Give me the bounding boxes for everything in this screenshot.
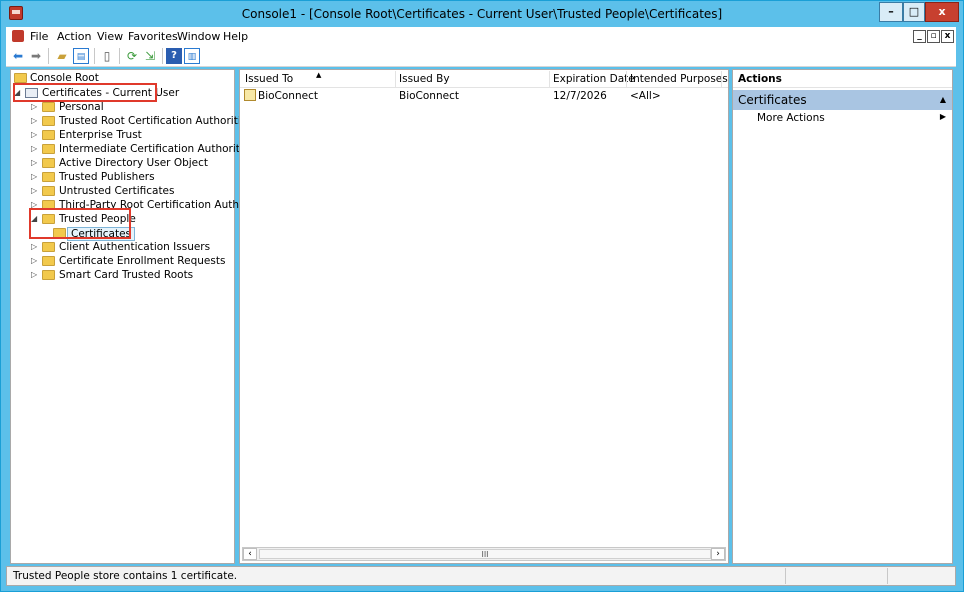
action-more-actions[interactable]: More Actions [757,112,825,124]
collapsed-arrow-icon[interactable]: ▷ [31,254,39,268]
toolbar-separator [48,48,49,64]
collapsed-arrow-icon[interactable]: ▷ [31,156,39,170]
folder-icon [42,102,55,112]
scroll-left-icon[interactable]: ‹ [243,548,257,560]
cell-expiration-date: 12/7/2026 [553,90,607,102]
actions-section-certificates[interactable]: Certificates ▲ [733,90,952,110]
refresh-icon[interactable]: ⟳ [124,48,140,64]
export-icon[interactable]: ⇲ [142,48,158,64]
show-hide-tree-icon[interactable]: ▤ [73,48,89,64]
toolbar-separator [94,48,95,64]
tree-item-label: Enterprise Trust [59,129,142,141]
status-text: Trusted People store contains 1 certific… [13,570,238,582]
menu-help[interactable]: Help [223,30,248,43]
status-bar: Trusted People store contains 1 certific… [6,566,956,586]
up-folder-icon[interactable]: ▰ [54,48,70,64]
mmc-window: Console1 - [Console Root\Certificates - … [0,0,964,592]
tree-item-label: Active Directory User Object [59,157,209,169]
column-divider[interactable] [549,71,550,87]
folder-icon [42,158,55,168]
help-icon[interactable]: ? [166,48,182,64]
folder-icon [14,73,27,83]
folder-icon [42,242,55,252]
action-pane-icon[interactable]: ▥ [184,48,200,64]
toolbar-separator [162,48,163,64]
folder-icon [42,256,55,266]
collapsed-arrow-icon[interactable]: ▷ [31,268,39,282]
toolbar-separator [119,48,120,64]
collapsed-arrow-icon[interactable]: ▷ [31,128,39,142]
clipboard-icon[interactable]: ▯ [99,48,115,64]
actions-section-label: Certificates [738,93,807,107]
collapse-up-icon[interactable]: ▲ [940,90,946,110]
mdi-controls: _ ▫ x [912,28,954,43]
folder-icon [42,186,55,196]
forward-icon[interactable]: ➡ [28,48,44,64]
collapsed-arrow-icon[interactable]: ▷ [31,184,39,198]
tree-item-label: Certificate Enrollment Requests [59,255,226,267]
tree-item-label: Intermediate Certification Authorities [59,143,255,155]
cell-intended-purposes: <All> [630,90,661,102]
tree-item-label: Trusted Root Certification Authorities [59,115,253,127]
console-content: Console Root ◢ Certificates - Current Us… [6,67,956,566]
tree-item-label: Smart Card Trusted Roots [59,269,194,281]
column-divider[interactable] [721,71,722,87]
column-header-issued-by[interactable]: Issued By [399,73,450,85]
column-divider[interactable] [395,71,396,87]
minimize-button[interactable]: – [879,2,903,22]
column-divider[interactable] [626,71,627,87]
collapsed-arrow-icon[interactable]: ▷ [31,114,39,128]
cell-issued-to: BioConnect [258,90,318,102]
console-tree: Console Root ◢ Certificates - Current Us… [10,69,272,564]
tree-item-label: Personal [59,101,104,113]
highlight-box [29,208,131,239]
submenu-arrow-icon[interactable]: ▶ [940,112,946,121]
cell-issued-by: BioConnect [399,90,459,102]
folder-icon [42,116,55,126]
mdi-close-button[interactable]: x [941,30,954,43]
maximize-button[interactable]: □ [903,2,925,22]
actions-pane: Actions Certificates ▲ More Actions ▶ [732,69,953,564]
folder-icon [42,130,55,140]
folder-icon [42,144,55,154]
close-button[interactable]: x [925,2,959,22]
menu-action[interactable]: Action [57,30,91,43]
folder-icon [42,270,55,280]
status-divider [887,568,888,584]
column-header-expiration-date[interactable]: Expiration Date [553,73,635,85]
mdi-restore-button[interactable]: ▫ [927,30,940,43]
scroll-thumb[interactable]: III [259,549,711,559]
menu-view[interactable]: View [97,30,123,43]
column-header-issued-to[interactable]: Issued To [245,73,293,85]
horizontal-scrollbar[interactable]: ‹ III › [242,547,726,561]
collapsed-arrow-icon[interactable]: ▷ [31,142,39,156]
title-bar[interactable]: Console1 - [Console Root\Certificates - … [1,1,963,27]
collapsed-arrow-icon[interactable]: ▷ [31,100,39,114]
collapsed-arrow-icon[interactable]: ▷ [31,170,39,184]
console-menu-icon[interactable] [12,30,24,42]
menu-favorites[interactable]: Favorites [128,30,178,43]
certificate-list: Issued To ▲ Issued By Expiration Date In… [239,69,729,564]
actions-title: Actions [733,70,952,88]
tree-item-label: Untrusted Certificates [59,185,175,197]
menu-file[interactable]: File [30,30,48,43]
tree-item-label: Client Authentication Issuers [59,241,211,253]
menu-window[interactable]: Window [177,30,220,43]
collapsed-arrow-icon[interactable]: ▷ [31,240,39,254]
column-header-intended-purposes[interactable]: Intended Purposes [630,73,728,85]
tree-item-label: Trusted Publishers [59,171,155,183]
highlight-box [13,83,157,102]
menu-bar: File Action View Favorites Window Help _… [6,27,956,45]
toolbar: ⬅ ➡ ▰ ▤ ▯ ⟳ ⇲ ? ▥ [6,45,956,67]
folder-icon [42,172,55,182]
scroll-right-icon[interactable]: › [711,548,725,560]
certificate-icon [244,89,256,101]
list-header: Issued To ▲ Issued By Expiration Date In… [240,70,728,88]
status-divider [785,568,786,584]
window-title: Console1 - [Console Root\Certificates - … [241,7,723,21]
sort-ascending-icon: ▲ [316,71,322,79]
back-icon[interactable]: ⬅ [10,48,26,64]
mdi-minimize-button[interactable]: _ [913,30,926,43]
